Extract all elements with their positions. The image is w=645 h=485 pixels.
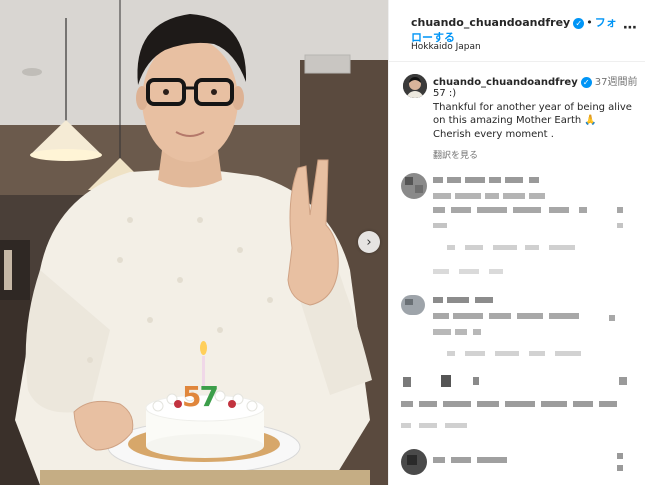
post-location[interactable]: Hokkaido Japan bbox=[411, 42, 481, 52]
header-user-line: chuando_chuandoandfrey ✓ • フォローする bbox=[411, 15, 621, 45]
pixelated-comments bbox=[401, 173, 627, 475]
comment-3-redacted bbox=[401, 375, 627, 428]
post-caption: chuando_chuandoandfrey ✓ 37週間前 57 :) Thank… bbox=[389, 62, 645, 162]
comment-4-redacted bbox=[401, 449, 623, 475]
chevron-right-icon: › bbox=[366, 234, 372, 250]
caption-line-3: Cherish every moment . bbox=[433, 128, 554, 140]
cake-number-candles: 57 bbox=[182, 380, 219, 413]
header-username[interactable]: chuando_chuandoandfrey bbox=[411, 16, 570, 29]
post-side-panel: chuando_chuandoandfrey ✓ • フォローする Hokkaido … bbox=[388, 0, 645, 485]
see-translation-link[interactable]: 翻訳を見る bbox=[433, 148, 478, 161]
comment-2-redacted bbox=[401, 295, 615, 356]
carousel-next-button[interactable]: › bbox=[358, 231, 380, 253]
caption-line-2: Thankful for another year of being alive… bbox=[433, 101, 632, 127]
caption-line-1: 57 :) bbox=[433, 88, 457, 99]
verified-badge-icon: ✓ bbox=[573, 18, 585, 29]
more-options-icon[interactable]: ⋯ bbox=[623, 20, 638, 36]
caption-user-line: chuando_chuandoandfrey ✓ 37週間前 bbox=[433, 73, 637, 88]
comment-1-redacted bbox=[401, 173, 623, 274]
separator-dot: • bbox=[586, 16, 593, 29]
caption-text: 57 :) Thankful for another year of being… bbox=[433, 87, 638, 141]
post-photo[interactable]: 57 › bbox=[0, 0, 388, 485]
post-header: chuando_chuandoandfrey ✓ • フォローする Hokkaido … bbox=[389, 0, 645, 62]
avatar-image bbox=[403, 74, 427, 98]
comments-list-redacted bbox=[389, 165, 645, 485]
avatar[interactable] bbox=[403, 74, 427, 98]
